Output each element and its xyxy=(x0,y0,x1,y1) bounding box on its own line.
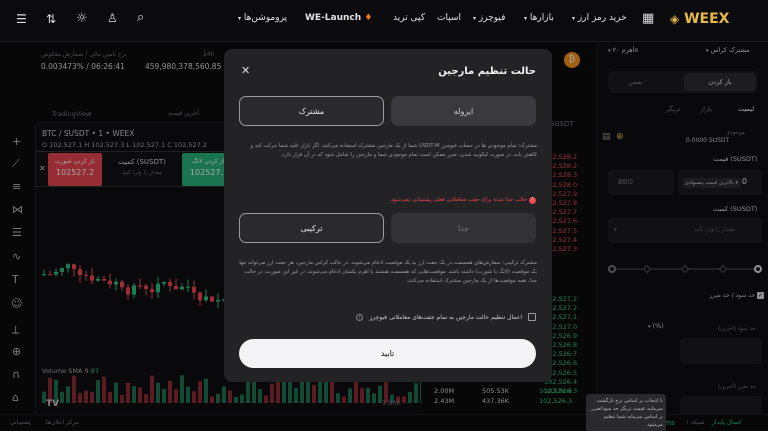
theme-sun-icon[interactable]: ☼ xyxy=(76,11,88,26)
menu-icon[interactable]: ☰ xyxy=(16,12,27,26)
option-shared[interactable]: مشترک xyxy=(239,96,384,126)
combined-description: مشترک ترکیبی: سفارش‌های همسمت در یک جفت … xyxy=(239,260,537,284)
info-icon[interactable]: i xyxy=(356,313,364,321)
option-isolated[interactable]: ایزوله xyxy=(391,96,536,126)
shared-description: مشترک: تمام موجودی ها در حساب فیوچرز USD… xyxy=(250,143,537,158)
close-icon[interactable]: ✕ xyxy=(241,64,250,77)
apply-all-checkbox-row[interactable]: اعمال تنظیم حالت مارجین به تمام جفت‌های … xyxy=(356,313,536,321)
nav-promotions[interactable]: ▾ پروموشن‌ها xyxy=(238,13,287,23)
nav-futures[interactable]: ▾ فیوچرز xyxy=(473,13,505,23)
margin-mode-dialog: حالت تنظیم مارجین ✕ مشترک ایزوله مشترک: … xyxy=(224,49,552,382)
nav-copytrade[interactable]: کپی ترید xyxy=(393,13,425,23)
option-combined[interactable]: ترکیبی xyxy=(239,213,384,243)
roi-note: با انتخاب بر اساس نرخ بازگشت سرمایه، قیم… xyxy=(586,394,666,431)
weex-logo[interactable]: ◈ WEEX xyxy=(670,11,729,27)
nav-buy-crypto[interactable]: ▾ خرید رمز ارز xyxy=(572,13,627,23)
checkbox[interactable] xyxy=(528,313,536,321)
filter-icon[interactable]: ⇅ xyxy=(46,12,56,26)
confirm-button[interactable]: تایید xyxy=(239,339,536,368)
user-icon[interactable]: ♙ xyxy=(107,11,118,25)
dialog-title: حالت تنظیم مارجین xyxy=(438,66,536,77)
option-separate: جدا xyxy=(391,213,536,243)
apps-grid-icon[interactable]: ▦ xyxy=(642,11,654,26)
search-icon[interactable]: ⌕ xyxy=(137,10,144,25)
top-nav: ☰ ⇅ ☼ ♙ ⌕ ▾ پروموشن‌ها WE-Launch ♦ کپی ت… xyxy=(0,0,768,42)
nav-markets[interactable]: ▾ بازارها xyxy=(524,13,554,23)
nav-spot[interactable]: اسپات xyxy=(437,13,461,23)
warning-icon: ! xyxy=(529,197,536,204)
unsupported-warning: ! حالت جدا شده برای جفت معاملاتی فعلی پش… xyxy=(389,197,536,204)
nav-welaunch[interactable]: WE-Launch ♦ xyxy=(305,13,372,23)
